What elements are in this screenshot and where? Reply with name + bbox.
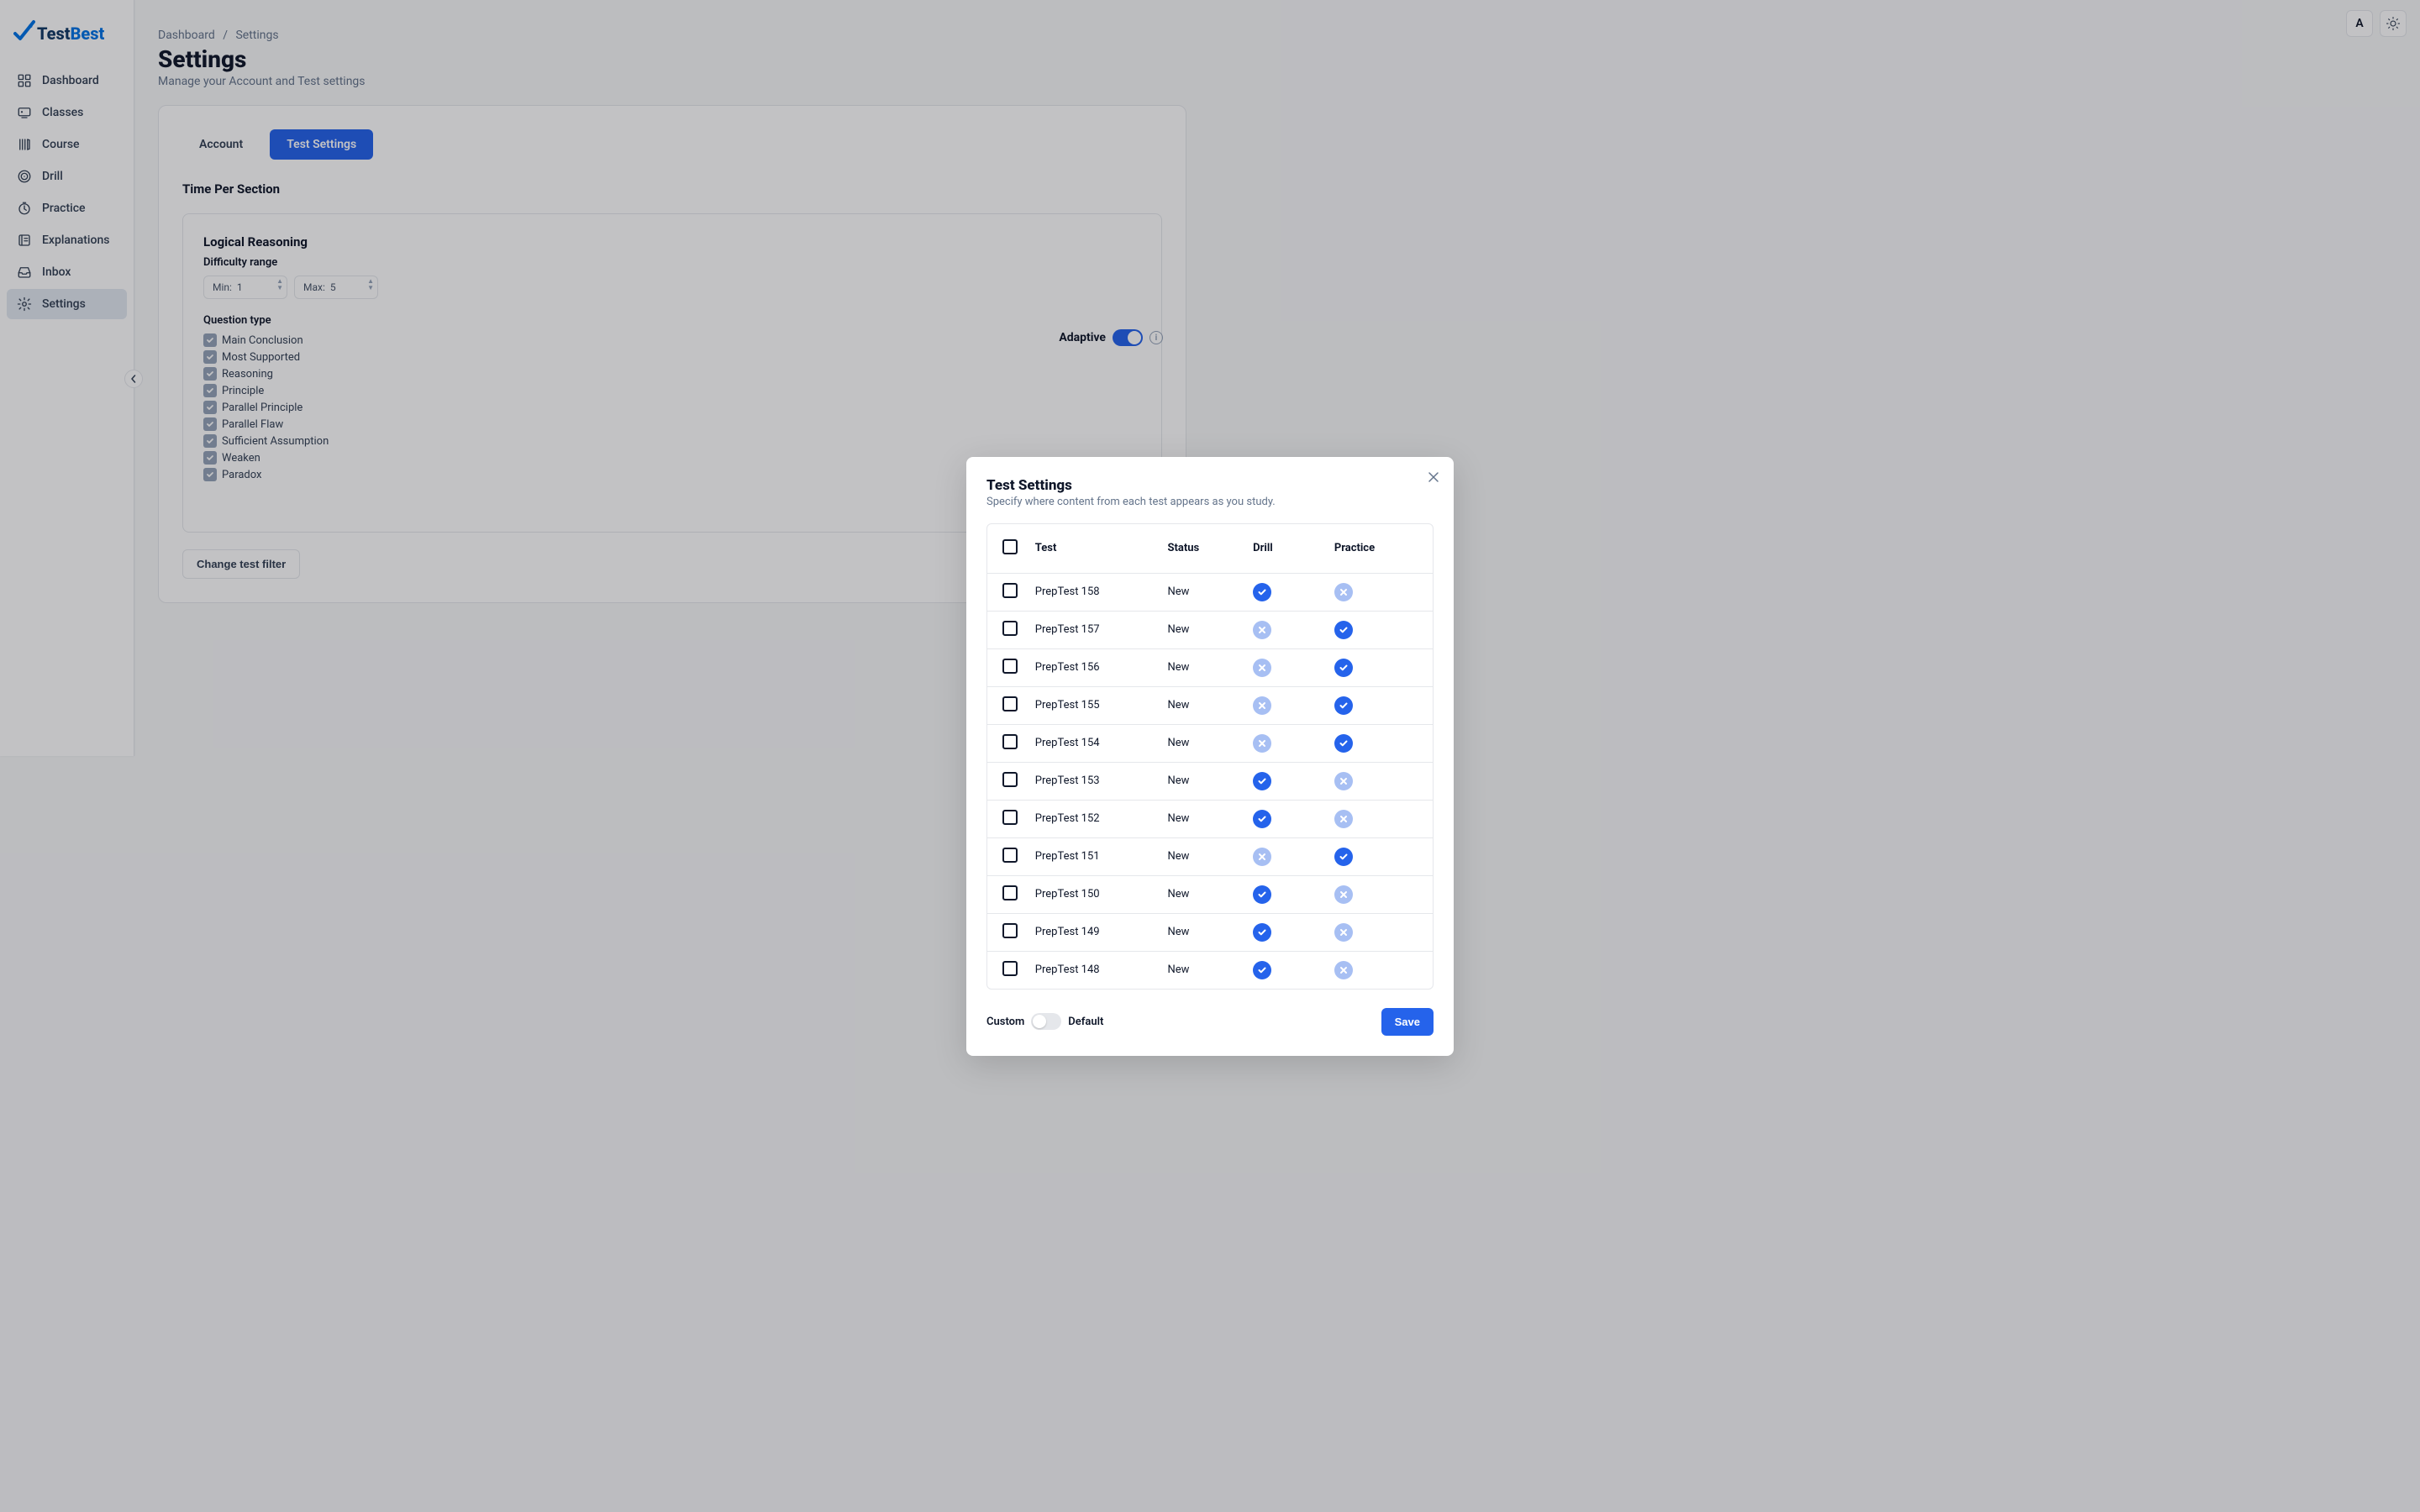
table-row: PrepTest 152New [987, 800, 1433, 837]
drill-toggle[interactable] [1253, 696, 1271, 715]
row-checkbox[interactable] [1002, 734, 1018, 749]
drill-toggle[interactable] [1253, 961, 1271, 979]
modal-overlay[interactable]: Test Settings Specify where content from… [0, 0, 2420, 1512]
table-row: PrepTest 155New [987, 686, 1433, 724]
cell-status: New [1159, 951, 1244, 989]
row-checkbox[interactable] [1002, 848, 1018, 863]
cell-status: New [1159, 724, 1244, 762]
cell-status: New [1159, 611, 1244, 648]
modal-save-button[interactable]: Save [1381, 1008, 1434, 1036]
cell-test: PrepTest 149 [1027, 913, 1160, 951]
row-checkbox[interactable] [1002, 923, 1018, 938]
practice-toggle[interactable] [1334, 923, 1353, 942]
close-icon [1427, 470, 1440, 484]
mode-switch[interactable] [1031, 1013, 1061, 1030]
col-practice: Practice [1326, 524, 1433, 574]
mode-custom-label: Custom [986, 1016, 1024, 1028]
drill-toggle[interactable] [1253, 772, 1271, 790]
row-checkbox[interactable] [1002, 885, 1018, 900]
cell-status: New [1159, 837, 1244, 875]
col-drill: Drill [1244, 524, 1326, 574]
cell-status: New [1159, 800, 1244, 837]
modal-description: Specify where content from each test app… [986, 496, 1434, 508]
practice-toggle[interactable] [1334, 696, 1353, 715]
practice-toggle[interactable] [1334, 734, 1353, 753]
test-table: Test Status Drill Practice PrepTest 158N… [986, 523, 1434, 990]
table-row: PrepTest 153New [987, 762, 1433, 800]
cell-test: PrepTest 153 [1027, 762, 1160, 800]
cell-status: New [1159, 686, 1244, 724]
drill-toggle[interactable] [1253, 848, 1271, 866]
modal-title: Test Settings [986, 477, 1434, 494]
cell-test: PrepTest 150 [1027, 875, 1160, 913]
col-status: Status [1159, 524, 1244, 574]
test-settings-modal: Test Settings Specify where content from… [966, 457, 1454, 1056]
table-row: PrepTest 151New [987, 837, 1433, 875]
cell-test: PrepTest 155 [1027, 686, 1160, 724]
drill-toggle[interactable] [1253, 810, 1271, 828]
cell-test: PrepTest 156 [1027, 648, 1160, 686]
cell-test: PrepTest 157 [1027, 611, 1160, 648]
table-row: PrepTest 154New [987, 724, 1433, 762]
row-checkbox[interactable] [1002, 696, 1018, 711]
table-row: PrepTest 156New [987, 648, 1433, 686]
col-test: Test [1027, 524, 1160, 574]
drill-toggle[interactable] [1253, 659, 1271, 677]
table-row: PrepTest 158New [987, 573, 1433, 611]
row-checkbox[interactable] [1002, 659, 1018, 674]
cell-test: PrepTest 148 [1027, 951, 1160, 989]
practice-toggle[interactable] [1334, 659, 1353, 677]
cell-status: New [1159, 875, 1244, 913]
row-checkbox[interactable] [1002, 810, 1018, 825]
cell-status: New [1159, 648, 1244, 686]
row-checkbox[interactable] [1002, 772, 1018, 787]
practice-toggle[interactable] [1334, 885, 1353, 904]
practice-toggle[interactable] [1334, 583, 1353, 601]
modal-close-button[interactable] [1425, 469, 1442, 486]
drill-toggle[interactable] [1253, 734, 1271, 753]
row-checkbox[interactable] [1002, 961, 1018, 976]
practice-toggle[interactable] [1334, 961, 1353, 979]
cell-test: PrepTest 151 [1027, 837, 1160, 875]
drill-toggle[interactable] [1253, 885, 1271, 904]
practice-toggle[interactable] [1334, 772, 1353, 790]
table-row: PrepTest 157New [987, 611, 1433, 648]
drill-toggle[interactable] [1253, 583, 1271, 601]
mode-default-label: Default [1068, 1016, 1103, 1028]
drill-toggle[interactable] [1253, 923, 1271, 942]
cell-status: New [1159, 913, 1244, 951]
cell-status: New [1159, 762, 1244, 800]
cell-test: PrepTest 152 [1027, 800, 1160, 837]
row-checkbox[interactable] [1002, 583, 1018, 598]
cell-test: PrepTest 154 [1027, 724, 1160, 762]
table-row: PrepTest 149New [987, 913, 1433, 951]
table-row: PrepTest 150New [987, 875, 1433, 913]
practice-toggle[interactable] [1334, 810, 1353, 828]
practice-toggle[interactable] [1334, 621, 1353, 639]
cell-status: New [1159, 573, 1244, 611]
practice-toggle[interactable] [1334, 848, 1353, 866]
drill-toggle[interactable] [1253, 621, 1271, 639]
mode-toggle-group: Custom Default [986, 1013, 1103, 1030]
cell-test: PrepTest 158 [1027, 573, 1160, 611]
row-checkbox[interactable] [1002, 621, 1018, 636]
table-row: PrepTest 148New [987, 951, 1433, 989]
select-all-checkbox[interactable] [1002, 539, 1018, 554]
